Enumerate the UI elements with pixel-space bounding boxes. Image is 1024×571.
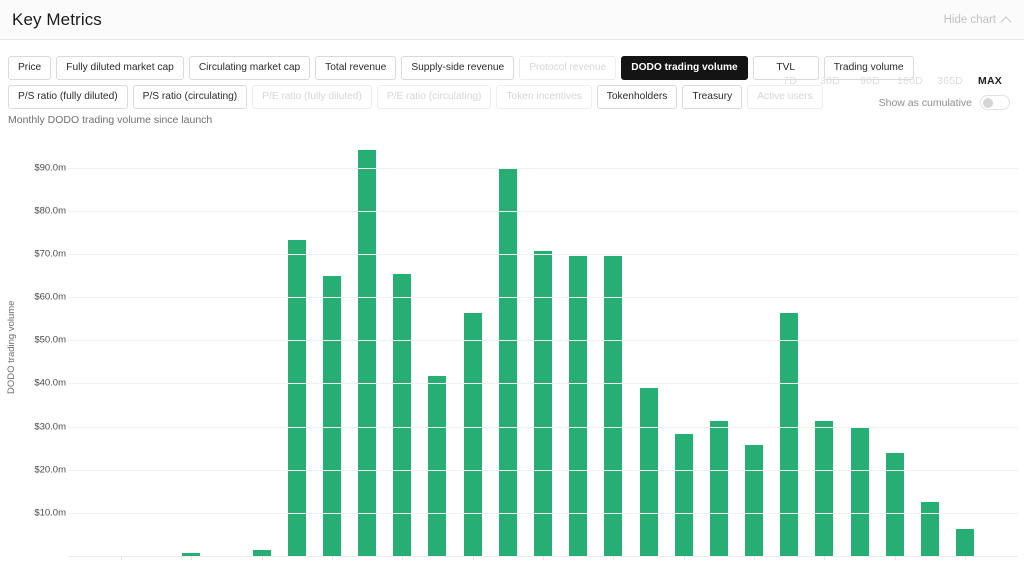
bar[interactable] [428,375,447,556]
gridline [68,383,1018,385]
x-axis-tick [331,556,333,560]
x-axis-tick [683,556,685,560]
x-axis-tick [191,556,193,560]
x-axis-tick [894,556,896,560]
plot-area: $10.0m $20.0m $30.0m $40.0m $50.0m $60.0m $70.… [34,146,1018,557]
bar[interactable] [674,434,693,556]
key-metrics-panel: Key Metrics Hide chart Price Fully dilute… [0,0,1024,571]
bar[interactable] [463,313,482,556]
hide-chart-label: Hide chart [943,13,996,26]
metric-chip-row-primary: Price Fully diluted market cap Circulating… [8,56,914,81]
x-axis-tick [754,556,756,560]
y-axis-tick-label: $80.0m [34,205,66,217]
range-option-180d[interactable]: 180D [890,72,930,90]
gridline [68,167,1018,169]
bar[interactable] [639,388,658,556]
bar[interactable] [498,168,517,556]
gridline [68,340,1018,342]
metric-selector: Price Fully diluted market cap Circulating… [8,56,914,114]
range-option-7d[interactable]: 7D [770,72,810,90]
x-axis-tick [120,556,122,560]
metric-chip-fully-diluted-market-cap[interactable]: Fully diluted market cap [56,56,184,81]
gridline [68,426,1018,428]
cumulative-label: Show as cumulative [878,96,972,109]
metric-chip-treasury[interactable]: Treasury [682,85,743,110]
gridline [68,210,1018,212]
metric-chip-circulating-market-cap[interactable]: Circulating market cap [188,56,311,81]
bar[interactable] [956,529,975,556]
hide-chart-button[interactable]: Hide chart [943,13,1012,28]
metric-chip-p-e-ratio-fully-diluted: P/E ratio (fully diluted) [252,85,372,110]
chart-container: DODO trading volume $10.0m $20.0m $30.0m $4… [0,132,1024,571]
x-axis-tick [824,556,826,560]
toggle-knob [982,97,993,108]
range-option-90d[interactable]: 90D [850,72,890,90]
y-axis-tick-label: $40.0m [34,377,66,389]
y-axis-tick-label: $60.0m [34,291,66,303]
bar[interactable] [322,276,341,556]
bar-series [68,146,1018,556]
y-axis-tick-label: $70.0m [34,248,66,260]
cumulative-toggle[interactable] [980,95,1010,110]
range-option-365d[interactable]: 365D [930,72,970,90]
x-axis-tick [543,556,544,560]
x-axis-tick [472,556,474,560]
y-axis-tick-label: $10.0m [34,507,66,519]
bar[interactable] [569,256,588,556]
bar[interactable] [921,501,940,556]
y-axis-tick-label: $20.0m [34,464,66,476]
metric-chip-p-s-ratio-circulating[interactable]: P/S ratio (circulating) [132,85,248,110]
bar[interactable] [850,426,869,556]
metric-chip-dodo-trading-volume[interactable]: DODO trading volume [621,56,748,81]
metric-chip-supply-side-revenue[interactable]: Supply-side revenue [401,56,515,81]
time-range-selector: 7D 30D 90D 180D 365D MAX [770,72,1010,90]
bar[interactable] [604,256,623,556]
page-title: Key Metrics [12,9,102,29]
x-axis-tick [261,556,263,560]
metric-chip-token-incentives: Token incentives [496,85,592,110]
gridline [68,512,1018,514]
metric-chip-p-e-ratio-circulating: P/E ratio (circulating) [376,85,492,110]
metric-chip-p-s-ratio-fully-diluted[interactable]: P/S ratio (fully diluted) [8,85,128,110]
range-option-30d[interactable]: 30D [810,72,850,90]
x-axis-tick [613,556,615,560]
bar[interactable] [287,240,306,556]
metric-chip-row-secondary: P/S ratio (fully diluted) P/S ratio (circ… [8,85,823,110]
x-axis-tick [402,556,404,560]
gridline [68,469,1018,471]
panel-header: Key Metrics Hide chart [0,0,1024,40]
gridline [68,297,1018,299]
x-axis-tick [965,556,967,560]
bar[interactable] [815,421,834,556]
range-option-max[interactable]: MAX [970,72,1010,90]
cumulative-toggle-group: Show as cumulative [879,95,1010,110]
metric-chip-tokenholders[interactable]: Tokenholders [596,85,678,110]
y-axis-tick-label: $90.0m [34,162,66,174]
metric-chip-price[interactable]: Price [8,56,52,81]
chevron-up-icon [1000,15,1012,28]
gridline [68,253,1018,255]
bar[interactable] [780,313,799,556]
y-axis-tick-label: $30.0m [34,421,66,433]
bar[interactable] [709,420,728,556]
metric-chip-protocol-revenue: Protocol revenue [519,56,617,81]
metric-chip-total-revenue[interactable]: Total revenue [315,56,397,81]
chart-subtitle: Monthly DODO trading volume since launch [8,114,213,126]
bar[interactable] [745,444,764,556]
y-axis-tick-label: $50.0m [34,334,66,346]
